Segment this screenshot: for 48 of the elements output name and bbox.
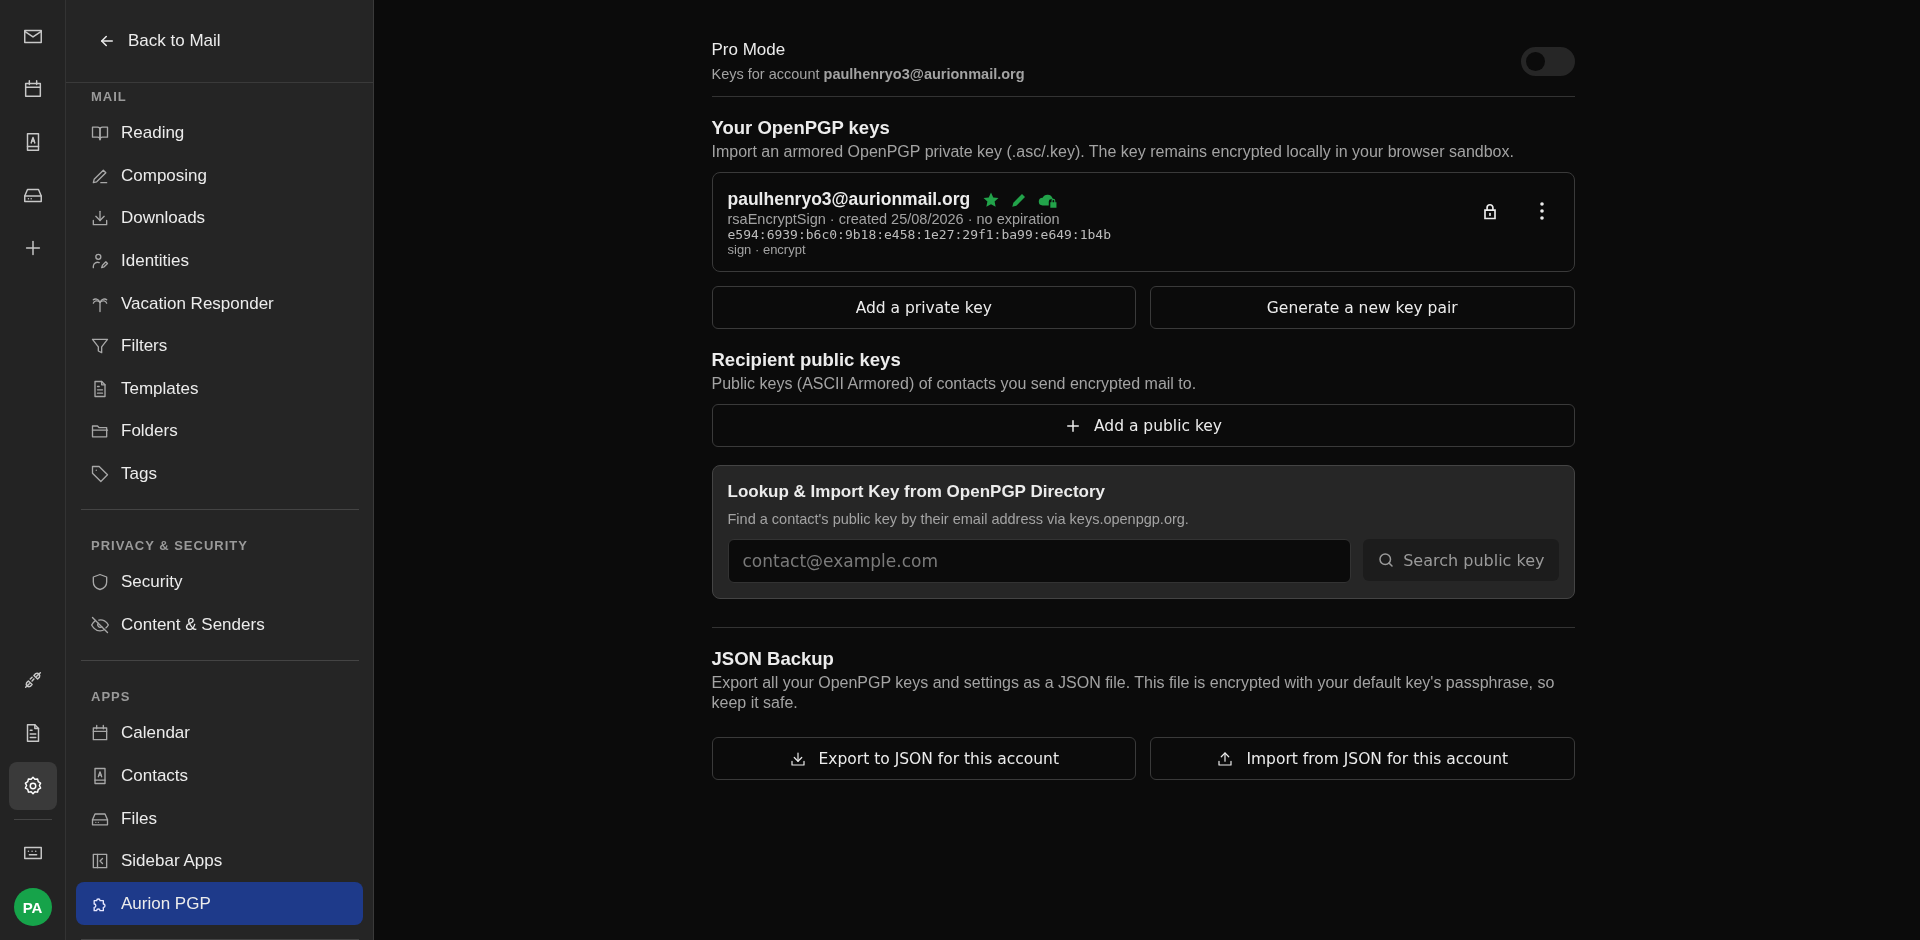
key-details: rsaEncryptSign · created 25/08/2026 · no expiration bbox=[727, 211, 1061, 227]
section-title: Your OpenPGP keys bbox=[711, 117, 891, 139]
section-description: Export all your OpenPGP keys and settings as a JSON file. This file is encrypted with your default key's passphrase, so keep it safe. bbox=[711, 673, 1556, 713]
section-heading: APPS bbox=[90, 688, 132, 707]
section-heading: MAIL bbox=[90, 88, 128, 106]
sidebar-item[interactable]: Downloads bbox=[76, 197, 363, 240]
sidebar-item[interactable]: Calendar bbox=[76, 712, 363, 755]
setting-description: Keys for account paulhenryo3@aurionmail.org bbox=[711, 66, 1025, 82]
back-link[interactable]: Back to Mail bbox=[98, 27, 221, 55]
outline-button[interactable]: Generate a new key pair bbox=[1150, 286, 1575, 329]
panel-description: Find a contact's public key by their email address via keys.openpgp.org. bbox=[727, 511, 1190, 527]
sidebar-item[interactable]: Templates bbox=[76, 367, 363, 410]
key-usage: sign · encrypt bbox=[727, 242, 807, 257]
import-button[interactable]: Import from JSON for this account bbox=[1150, 737, 1575, 780]
eye-off-icon bbox=[90, 614, 110, 635]
sidebar-item[interactable]: Tags bbox=[76, 452, 363, 496]
key-fingerprint: e594:6939:b6c0:9b18:e458:1e27:29f1:ba99:e649:1b4b bbox=[727, 227, 1112, 242]
tag-icon bbox=[90, 463, 110, 484]
sidebar-item[interactable]: Content & Senders bbox=[76, 603, 363, 647]
sidebar-item[interactable]: Composing bbox=[76, 154, 363, 198]
more-vertical-icon bbox=[1539, 202, 1544, 220]
key-email: paulhenryo3@aurionmail.org bbox=[727, 189, 971, 210]
sidebar-item[interactable]: Files bbox=[76, 797, 363, 840]
email-input-field[interactable]: contact@example.com bbox=[727, 539, 1352, 583]
search-button[interactable]: Search public key bbox=[1363, 539, 1559, 581]
section-heading: PRIVACY & SECURITY bbox=[90, 537, 249, 556]
panel-title: Lookup & Import Key from OpenPGP Directory bbox=[727, 482, 1107, 502]
sidebar-item[interactable]: Contacts bbox=[76, 754, 363, 798]
sidebar-item[interactable]: Vacation Responder bbox=[76, 282, 363, 325]
add-public-key-button[interactable]: Add a public key bbox=[711, 404, 1575, 447]
section-title: Recipient public keys bbox=[711, 349, 902, 371]
export-button[interactable]: Export to JSON for this account bbox=[711, 737, 1136, 780]
sidebar-item[interactable]: Filters bbox=[76, 324, 363, 368]
sidebar-item[interactable]: Aurion PGP bbox=[76, 882, 363, 925]
outline-button[interactable]: Add a private key bbox=[711, 286, 1136, 329]
setting-title: Pro Mode bbox=[711, 40, 787, 60]
sidebar-item[interactable]: Reading bbox=[76, 112, 363, 155]
section-title: JSON Backup bbox=[711, 648, 835, 670]
shield-icon bbox=[90, 572, 110, 593]
section-description: Import an armored OpenPGP private key (.asc/.key). The key remains encrypted locally in your browser sandbox. bbox=[711, 142, 1515, 162]
sidebar-item[interactable]: Security bbox=[76, 561, 363, 604]
sidebar-item[interactable]: Folders bbox=[76, 409, 363, 453]
sidebar-item[interactable]: Sidebar Apps bbox=[76, 839, 363, 883]
search-icon bbox=[1377, 551, 1396, 569]
sidebar-item[interactable]: Identities bbox=[76, 239, 363, 283]
toggle-switch[interactable] bbox=[1520, 46, 1575, 76]
section-description: Public keys (ASCII Armored) of contacts you send encrypted mail to. bbox=[711, 374, 1198, 394]
settings-button[interactable] bbox=[8, 762, 57, 810]
